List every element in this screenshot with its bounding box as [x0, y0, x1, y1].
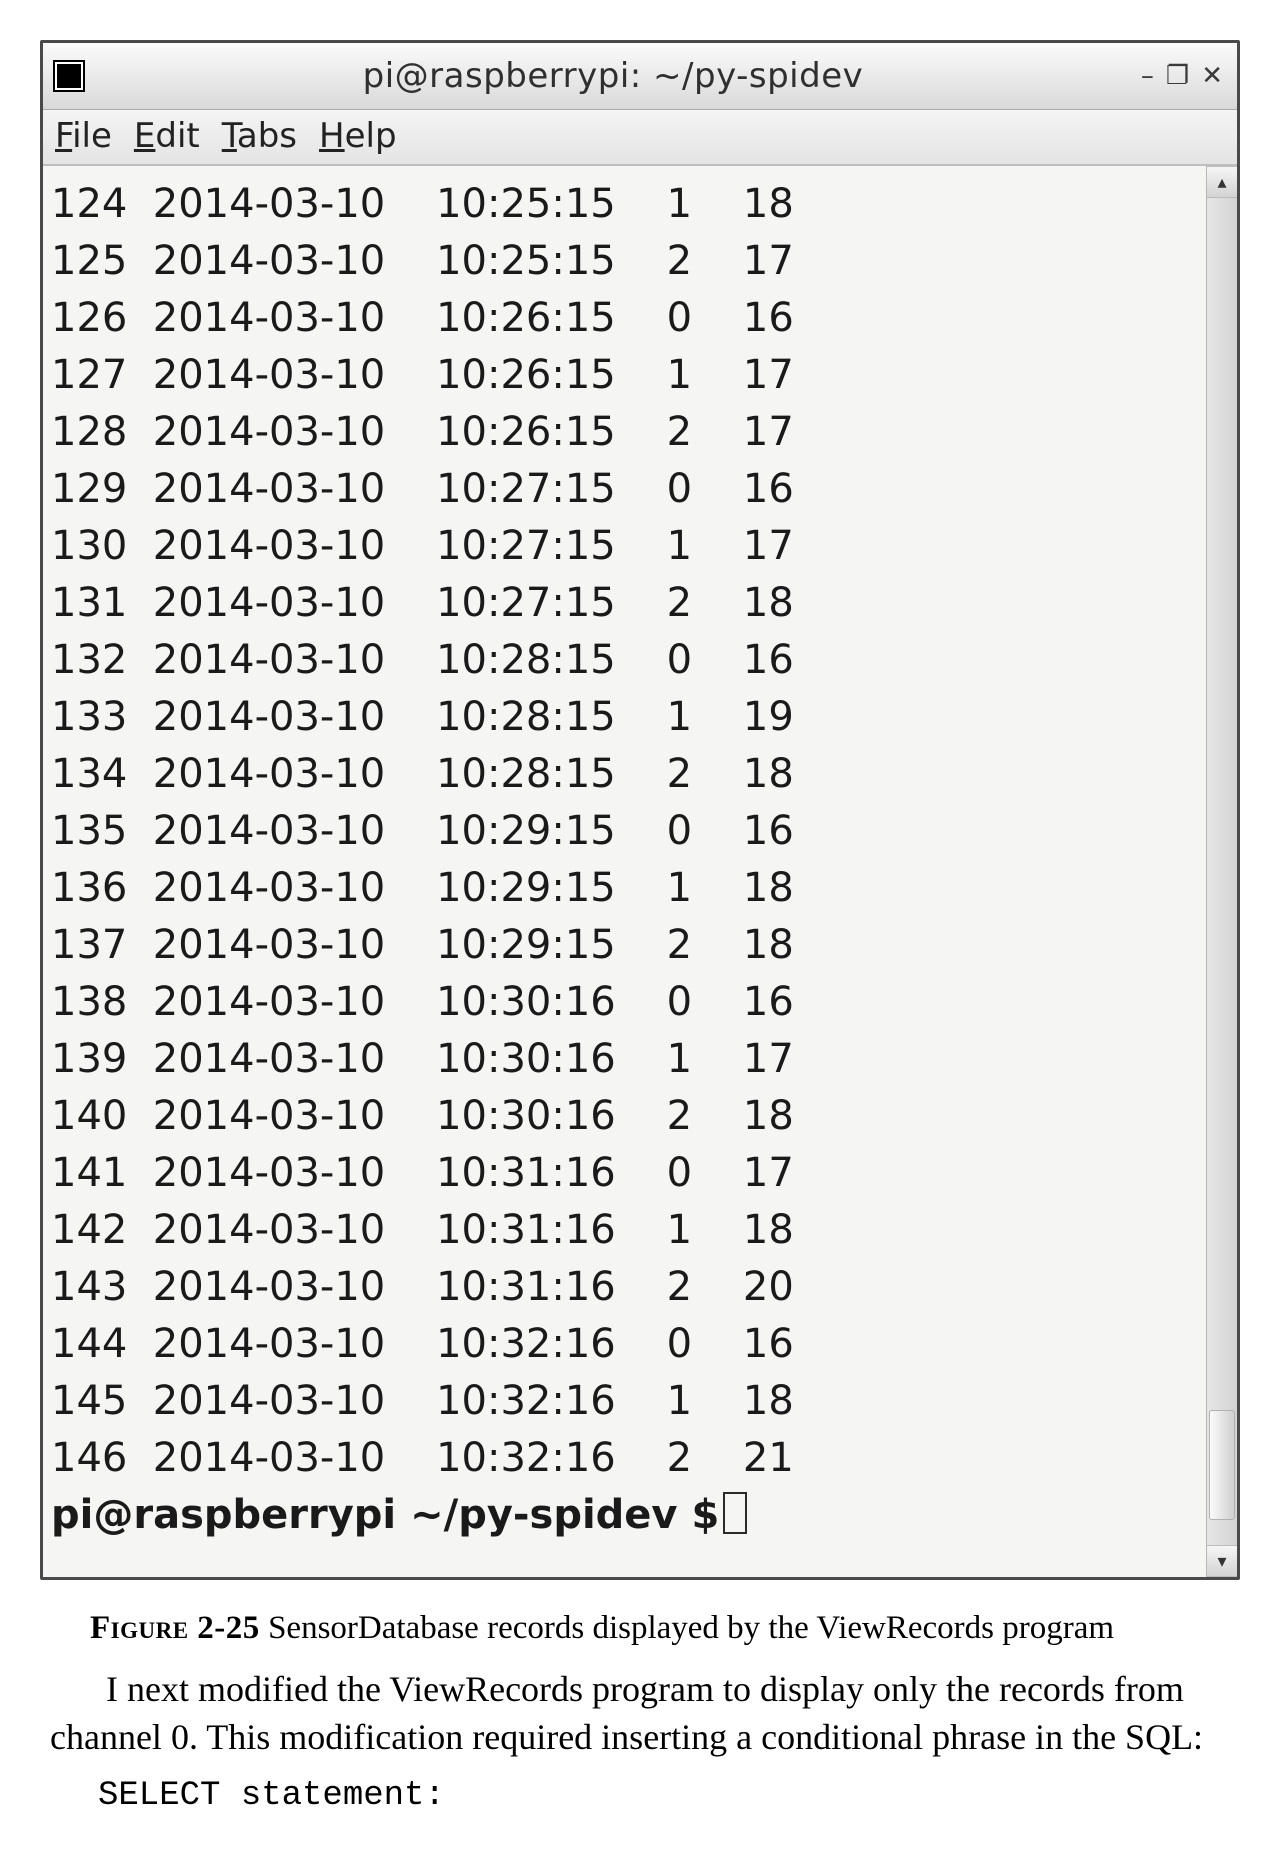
menu-help[interactable]: Help [319, 116, 397, 156]
menu-file[interactable]: File [55, 116, 112, 156]
figure-caption: Figure 2-25 SensorDatabase records displ… [90, 1610, 1230, 1647]
shell-prompt[interactable]: pi@raspberrypi ~/py-spidev $ [51, 1487, 1206, 1544]
maximize-button[interactable]: ❐ [1166, 61, 1189, 91]
table-row: 124 2014-03-10 10:25:15 1 18 [51, 176, 1206, 233]
table-row: 132 2014-03-10 10:28:15 0 16 [51, 632, 1206, 689]
code-snippet: SELECT statement: [98, 1777, 1240, 1815]
scrollbar-thumb[interactable] [1209, 1410, 1235, 1520]
table-row: 125 2014-03-10 10:25:15 2 17 [51, 233, 1206, 290]
window-buttons: – ❐ ✕ [1127, 61, 1237, 91]
prompt-symbol: $ [691, 1492, 719, 1538]
table-row: 137 2014-03-10 10:29:15 2 18 [51, 917, 1206, 974]
table-row: 128 2014-03-10 10:26:15 2 17 [51, 404, 1206, 461]
scroll-down-icon[interactable]: ▾ [1207, 1545, 1237, 1577]
terminal-output[interactable]: 124 2014-03-10 10:25:15 1 18125 2014-03-… [43, 166, 1206, 1577]
table-row: 145 2014-03-10 10:32:16 1 18 [51, 1373, 1206, 1430]
terminal-icon [53, 60, 85, 92]
window-title: pi@raspberrypi: ~/py-spidev [99, 56, 1127, 96]
menu-edit[interactable]: Edit [134, 116, 200, 156]
menubar: File Edit Tabs Help [43, 110, 1237, 166]
page: pi@raspberrypi: ~/py-spidev – ❐ ✕ File E… [0, 0, 1280, 1855]
table-row: 146 2014-03-10 10:32:16 2 21 [51, 1430, 1206, 1487]
titlebar[interactable]: pi@raspberrypi: ~/py-spidev – ❐ ✕ [43, 43, 1237, 110]
close-button[interactable]: ✕ [1201, 61, 1223, 91]
table-row: 135 2014-03-10 10:29:15 0 16 [51, 803, 1206, 860]
body-paragraph-text: I next modified the ViewRecords program … [50, 1669, 1203, 1757]
body-paragraph: I next modified the ViewRecords program … [50, 1665, 1230, 1761]
menu-tabs[interactable]: Tabs [222, 116, 297, 156]
table-row: 136 2014-03-10 10:29:15 1 18 [51, 860, 1206, 917]
table-row: 127 2014-03-10 10:26:15 1 17 [51, 347, 1206, 404]
table-row: 134 2014-03-10 10:28:15 2 18 [51, 746, 1206, 803]
table-row: 140 2014-03-10 10:30:16 2 18 [51, 1088, 1206, 1145]
terminal-window: pi@raspberrypi: ~/py-spidev – ❐ ✕ File E… [40, 40, 1240, 1580]
table-row: 133 2014-03-10 10:28:15 1 19 [51, 689, 1206, 746]
table-row: 144 2014-03-10 10:32:16 0 16 [51, 1316, 1206, 1373]
table-row: 126 2014-03-10 10:26:15 0 16 [51, 290, 1206, 347]
prompt-path: ~/py-spidev [410, 1492, 677, 1538]
figure-label: Figure 2-25 [90, 1610, 260, 1646]
prompt-userhost: pi@raspberrypi [51, 1492, 396, 1538]
vertical-scrollbar[interactable]: ▴ ▾ [1206, 166, 1237, 1577]
table-row: 129 2014-03-10 10:27:15 0 16 [51, 461, 1206, 518]
table-row: 141 2014-03-10 10:31:16 0 17 [51, 1145, 1206, 1202]
cursor-icon [723, 1492, 747, 1534]
table-row: 131 2014-03-10 10:27:15 2 18 [51, 575, 1206, 632]
minimize-button[interactable]: – [1141, 61, 1154, 91]
scroll-up-icon[interactable]: ▴ [1207, 166, 1237, 198]
table-row: 138 2014-03-10 10:30:16 0 16 [51, 974, 1206, 1031]
table-row: 142 2014-03-10 10:31:16 1 18 [51, 1202, 1206, 1259]
terminal-body: 124 2014-03-10 10:25:15 1 18125 2014-03-… [43, 166, 1237, 1577]
table-row: 143 2014-03-10 10:31:16 2 20 [51, 1259, 1206, 1316]
figure-caption-text: SensorDatabase records displayed by the … [260, 1610, 1114, 1646]
table-row: 139 2014-03-10 10:30:16 1 17 [51, 1031, 1206, 1088]
scrollbar-track[interactable] [1207, 198, 1237, 1545]
table-row: 130 2014-03-10 10:27:15 1 17 [51, 518, 1206, 575]
